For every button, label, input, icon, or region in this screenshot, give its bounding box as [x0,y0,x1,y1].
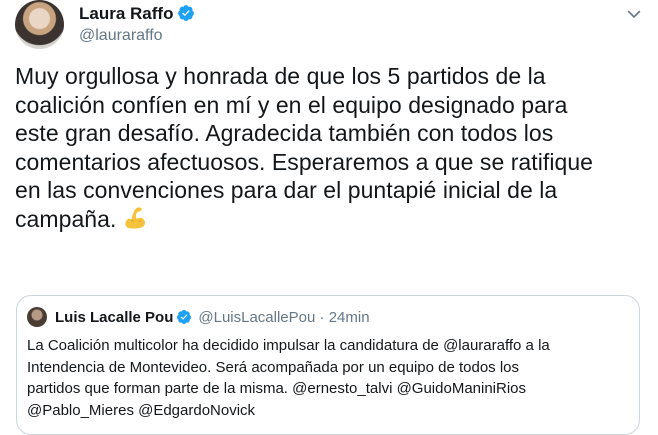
tweet-text: Muy orgullosa y honrada de que los 5 par… [15,63,594,232]
flexed-biceps-icon [125,206,146,229]
quoted-tweet-text: La Coalición multicolor ha decidido impu… [27,337,550,419]
author-name[interactable]: Laura Raffo [79,4,173,23]
quoted-tweet-time[interactable]: 24min [329,309,370,326]
quoted-author-avatar[interactable] [27,307,47,327]
author-handle[interactable]: @lauraraffo [79,27,163,45]
chevron-down-icon[interactable] [624,4,644,24]
quoted-author-name[interactable]: Luis Lacalle Pou [55,309,173,326]
header-separator: · [319,309,325,326]
quoted-tweet-card[interactable]: Luis Lacalle Pou @LuisLacallePou · 24min … [16,295,640,435]
tweet-text-container: Muy orgullosa y honrada de que los 5 par… [15,62,655,233]
verified-badge-icon [177,310,192,324]
author-name-row[interactable]: Laura Raffo [79,4,195,24]
author-avatar[interactable] [15,0,64,49]
quoted-tweet-header: Luis Lacalle Pou @LuisLacallePou · 24min [55,309,370,326]
verified-badge-icon [178,5,195,21]
quoted-author-handle[interactable]: @LuisLacallePou [198,309,315,326]
